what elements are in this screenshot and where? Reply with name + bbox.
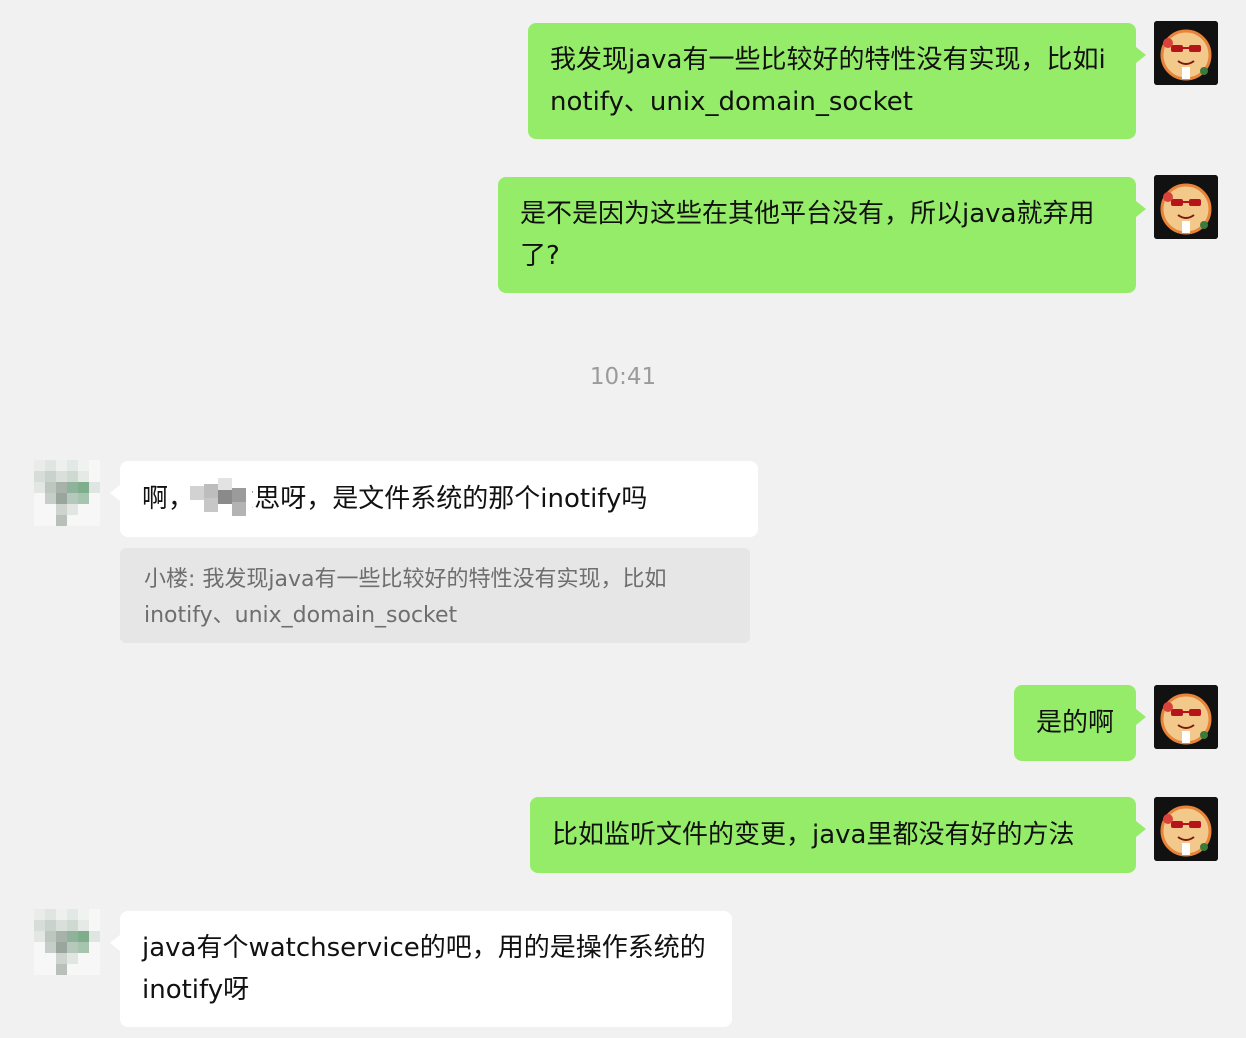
their-avatar-icon[interactable] — [34, 909, 100, 975]
message-bubble-4[interactable]: 是的啊 — [1014, 685, 1146, 761]
message-bubble-5[interactable]: 比如监听文件的变更，java里都没有好的方法 — [530, 797, 1146, 873]
my-avatar-icon[interactable] — [1154, 797, 1218, 861]
quoted-message[interactable]: 小楼: 我发现java有一些比较好的特性没有实现，比如inotify、unix_… — [120, 548, 750, 643]
timestamp: 10:41 — [589, 364, 657, 390]
blurred-name-icon — [190, 478, 252, 518]
message-text-4: 是的啊 — [1036, 708, 1115, 738]
their-avatar-icon[interactable] — [34, 460, 100, 526]
message-bubble-2[interactable]: 是不是因为这些在其他平台没有，所以java就弃用了? — [498, 177, 1146, 293]
my-avatar-icon[interactable] — [1154, 685, 1218, 749]
my-avatar-icon[interactable] — [1154, 175, 1218, 239]
message-bubble-1[interactable]: 我发现java有一些比较好的特性没有实现，比如inotify、unix_doma… — [528, 23, 1146, 139]
message-text-2: 是不是因为这些在其他平台没有，所以java就弃用了? — [520, 199, 1095, 271]
message-text-1: 我发现java有一些比较好的特性没有实现，比如inotify、unix_doma… — [550, 45, 1106, 117]
message-bubble-6[interactable]: java有个watchservice的吧，用的是操作系统的inotify呀 — [110, 911, 732, 1027]
my-avatar-icon[interactable] — [1154, 21, 1218, 85]
message-text-6: java有个watchservice的吧，用的是操作系统的inotify呀 — [142, 933, 706, 1005]
message-text-5: 比如监听文件的变更，java里都没有好的方法 — [552, 820, 1075, 850]
quoted-message-text: 小楼: 我发现java有一些比较好的特性没有实现，比如inotify、unix_… — [144, 567, 667, 628]
